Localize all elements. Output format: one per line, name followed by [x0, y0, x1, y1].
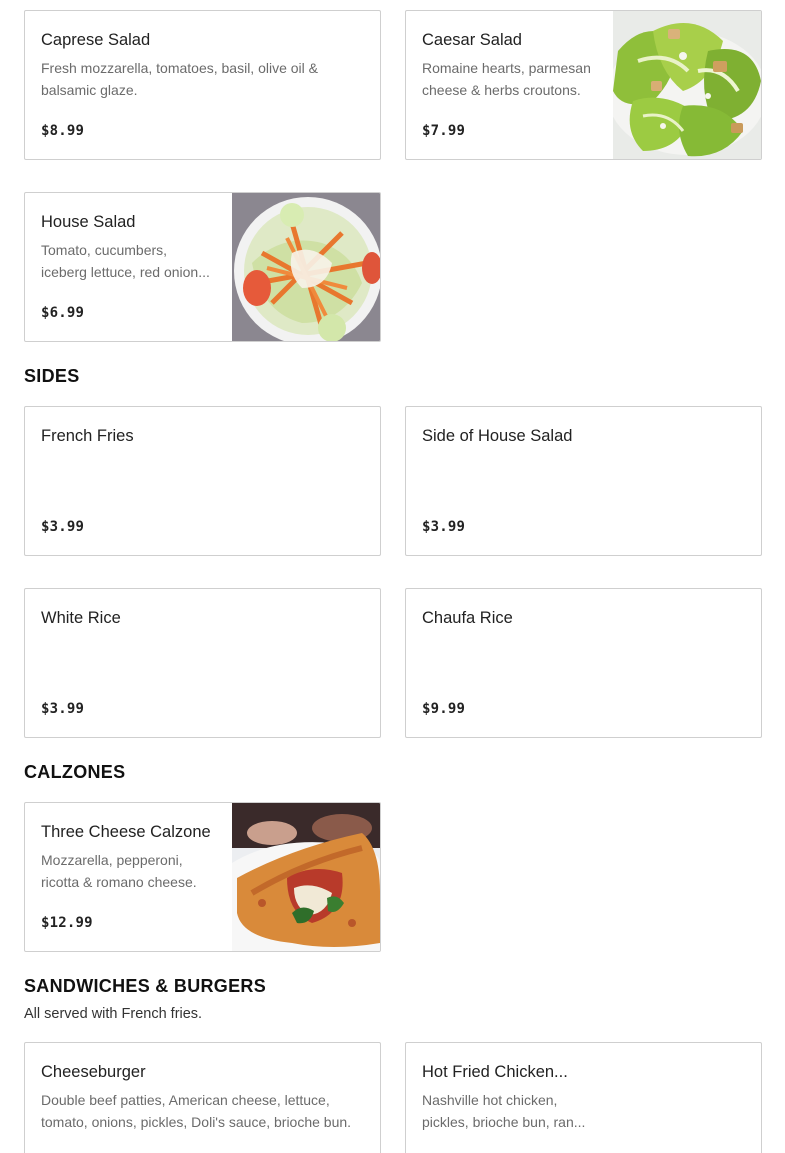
item-name: Side of House Salad — [422, 427, 573, 445]
item-description: Romaine hearts, parmesan cheese & herbs … — [422, 60, 591, 98]
section-title-sandwiches: SANDWICHES & BURGERS — [24, 976, 267, 996]
item-name: French Fries — [41, 427, 134, 445]
item-description: Nashville hot chicken, pickles, brioche … — [422, 1092, 586, 1130]
item-price: $3.99 — [41, 519, 85, 535]
item-description: Mozzarella, pepperoni, ricotta & romano … — [41, 852, 197, 890]
section-subtitle-sandwiches: All served with French fries. — [24, 1006, 203, 1022]
section-title-calzones: CALZONES — [24, 762, 126, 782]
item-name: Three Cheese Calzone — [41, 823, 211, 841]
item-description: Fresh mozzarella, tomatoes, basil, olive… — [41, 60, 318, 98]
item-description: Double beef patties, American cheese, le… — [41, 1092, 352, 1130]
house-salad-photo — [232, 193, 380, 341]
menu-item-french-fries[interactable]: French Fries $3.99 — [24, 406, 381, 556]
item-price: $8.99 — [41, 123, 85, 139]
item-text: House Salad Tomato, cucumbers, iceberg l… — [41, 211, 216, 341]
menu-item-caprese-salad[interactable]: Caprese Salad Fresh mozzarella, tomatoes… — [24, 10, 381, 160]
item-text: Three Cheese Calzone Mozzarella, peppero… — [41, 821, 216, 951]
menu-page: Caprese Salad Fresh mozzarella, tomatoes… — [0, 0, 785, 1153]
item-name: Caesar Salad — [422, 31, 522, 49]
item-price: $6.99 — [41, 305, 85, 321]
menu-item-caesar-salad[interactable]: Caesar Salad Romaine hearts, parmesan ch… — [405, 10, 762, 160]
item-text: Cheeseburger Double beef patties, Americ… — [41, 1061, 364, 1153]
item-name: House Salad — [41, 213, 136, 231]
item-price: $9.99 — [422, 701, 466, 717]
menu-item-cheeseburger[interactable]: Cheeseburger Double beef patties, Americ… — [24, 1042, 381, 1153]
caesar-salad-photo — [613, 11, 761, 159]
item-text: White Rice — [41, 607, 364, 737]
calzone-photo — [232, 803, 380, 951]
menu-item-side-house-salad[interactable]: Side of House Salad $3.99 — [405, 406, 762, 556]
item-price: $7.99 — [422, 123, 466, 139]
item-price: $3.99 — [422, 519, 466, 535]
menu-item-white-rice[interactable]: White Rice $3.99 — [24, 588, 381, 738]
menu-item-three-cheese-calzone[interactable]: Three Cheese Calzone Mozzarella, peppero… — [24, 802, 381, 952]
item-name: White Rice — [41, 609, 121, 627]
item-text: French Fries — [41, 425, 364, 555]
item-text: Side of House Salad — [422, 425, 745, 555]
item-name: Hot Fried Chicken... — [422, 1063, 568, 1081]
item-description: Tomato, cucumbers, iceberg lettuce, red … — [41, 242, 210, 280]
item-text: Caprese Salad Fresh mozzarella, tomatoes… — [41, 29, 364, 159]
menu-item-chaufa-rice[interactable]: Chaufa Rice $9.99 — [405, 588, 762, 738]
item-price: $3.99 — [41, 701, 85, 717]
menu-item-house-salad[interactable]: House Salad Tomato, cucumbers, iceberg l… — [24, 192, 381, 342]
item-text: Caesar Salad Romaine hearts, parmesan ch… — [422, 29, 597, 159]
item-name: Caprese Salad — [41, 31, 151, 49]
item-name: Chaufa Rice — [422, 609, 513, 627]
item-text: Chaufa Rice — [422, 607, 745, 737]
item-name: Cheeseburger — [41, 1063, 146, 1081]
item-text: Hot Fried Chicken... Nashville hot chick… — [422, 1061, 597, 1153]
menu-item-hot-fried-chicken[interactable]: Hot Fried Chicken... Nashville hot chick… — [405, 1042, 762, 1153]
section-title-sides: SIDES — [24, 366, 80, 386]
item-price: $12.99 — [41, 915, 93, 931]
